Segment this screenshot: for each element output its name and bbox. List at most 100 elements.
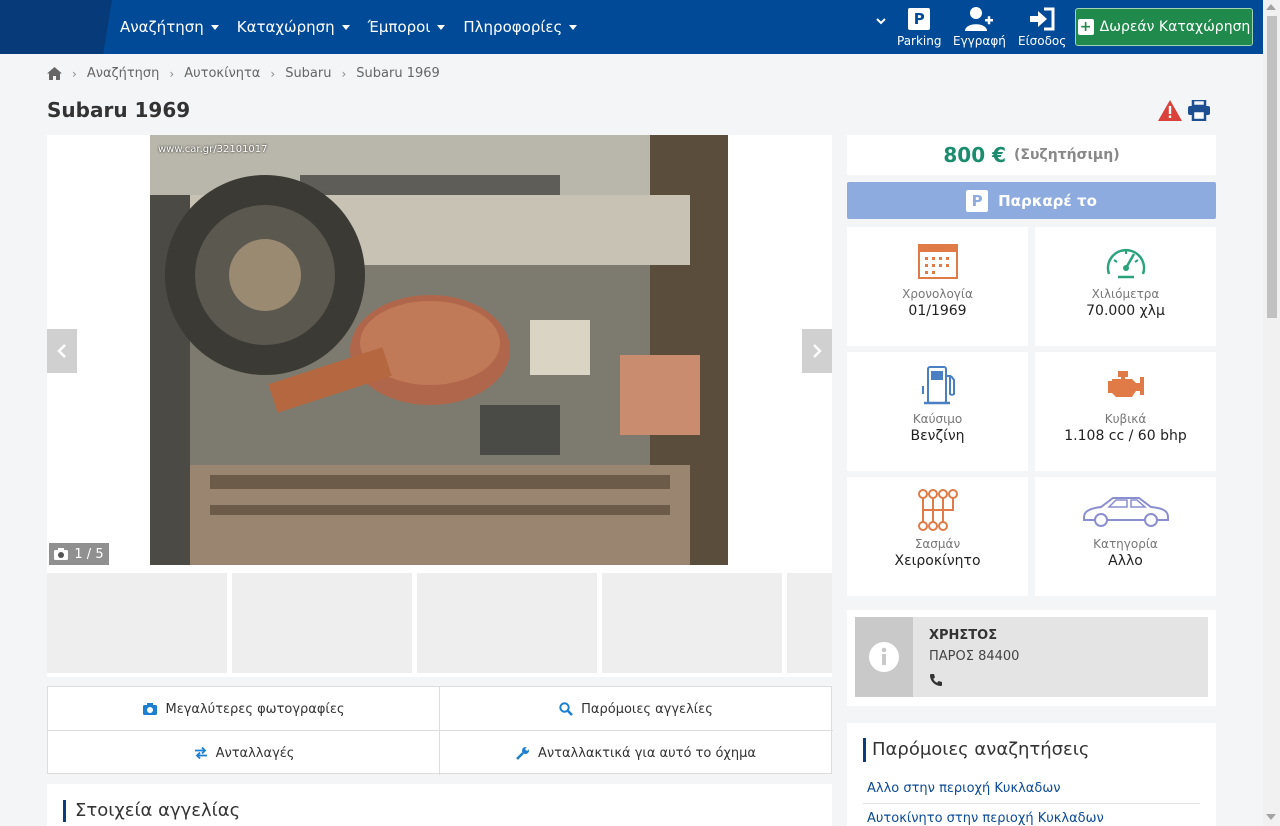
info-icon [869, 642, 899, 672]
spec-engine: Κυβικά 1.108 cc / 60 bhp [1035, 352, 1216, 471]
bigger-photos-label: Μεγαλύτερες φωτογραφίες [165, 701, 345, 717]
thumbnail[interactable] [787, 573, 832, 673]
fuel-pump-icon [921, 366, 955, 405]
site-logo[interactable] [0, 0, 112, 54]
spec-value: Βενζίνη [910, 428, 965, 444]
exchanges-label: Ανταλλαγές [215, 745, 295, 761]
main-nav: Αναζήτηση Καταχώρηση Έμποροι Πληροφορίες [120, 0, 595, 54]
gallery-prev-button[interactable] [47, 329, 77, 373]
nav-search-label: Αναζήτηση [120, 18, 204, 36]
sign-in-icon [1030, 7, 1055, 31]
thumbnail[interactable] [602, 573, 782, 673]
scroll-up-arrow[interactable] [1266, 4, 1276, 10]
similar-ads-link[interactable]: Παρόμοιες αγγελίες [440, 687, 832, 731]
nav-dealers-label: Έμποροι [367, 18, 431, 36]
nav-dealers[interactable]: Έμποροι [368, 18, 446, 36]
thumbnail[interactable] [417, 573, 597, 673]
chevron-down-icon[interactable] [876, 16, 886, 26]
similar-searches-title: Παρόμοιες αναζητήσεις [863, 738, 1089, 762]
caret-down-icon [569, 24, 578, 30]
listing-details-title: Στοιχεία αγγελίας [63, 800, 240, 822]
free-listing-label: Δωρεάν Καταχώρηση [1099, 19, 1251, 35]
print-icon[interactable] [1188, 100, 1210, 121]
calendar-icon [917, 244, 958, 279]
login-link[interactable]: Είσοδος [1018, 6, 1066, 52]
spec-value: 01/1969 [908, 303, 967, 319]
spec-value: 1.108 cc / 60 bhp [1064, 428, 1187, 444]
report-warning-icon[interactable] [1158, 100, 1182, 121]
seller-name: ΧΡΗΣΤΟΣ [929, 628, 998, 643]
spec-value: Αλλο [1108, 553, 1143, 569]
plus-icon: + [1077, 19, 1094, 35]
phone-icon[interactable] [929, 673, 943, 687]
similar-search-link[interactable]: Αλλο στην περιοχή Κυκλαδων [867, 781, 1060, 796]
spec-mileage: Χιλιόμετρα 70.000 χλμ [1035, 227, 1216, 346]
parking-icon: P [966, 189, 989, 212]
exchanges-link[interactable]: Ανταλλαγές [48, 731, 440, 775]
spec-gearbox: Σασμάν Χειροκίνητο [847, 477, 1028, 596]
car-icon [1082, 497, 1169, 527]
thumbnail[interactable] [47, 573, 227, 673]
exchange-arrows-icon [194, 747, 207, 759]
spec-label: Χρονολογία [902, 287, 973, 301]
price-value: 800 € [943, 143, 1007, 167]
nav-search[interactable]: Αναζήτηση [120, 18, 219, 36]
photo-counter-text: 1 / 5 [74, 546, 104, 562]
breadcrumb: › Αναζήτηση › Αυτοκίνητα › Subaru › Suba… [47, 66, 440, 81]
bigger-photos-link[interactable]: Μεγαλύτερες φωτογραφίες [48, 687, 440, 731]
listing-actions: Μεγαλύτερες φωτογραφίες Παρόμοιες αγγελί… [47, 686, 833, 775]
parts-link[interactable]: Ανταλλακτικά για αυτό το όχημα [440, 731, 832, 775]
thumbnail-strip [47, 565, 832, 677]
similar-search-link[interactable]: Αυτοκίνητο στην περιοχή Κυκλαδων [867, 811, 1104, 826]
spec-label: Κυβικά [1104, 412, 1147, 426]
listing-details-card: Στοιχεία αγγελίας [47, 784, 832, 826]
photo-gallery: www.car.gr/32101017 1 / 5 [47, 135, 832, 565]
chevron-left-icon [57, 344, 66, 358]
wrench-icon [516, 747, 529, 760]
seller-avatar [855, 617, 913, 697]
parking-label: Parking [897, 34, 942, 48]
gallery-next-button[interactable] [802, 329, 832, 373]
spec-label: Κατηγορία [1093, 537, 1158, 551]
page-title: Subaru 1969 [47, 98, 191, 122]
nav-info[interactable]: Πληροφορίες [463, 18, 578, 36]
speedometer-icon [1106, 248, 1145, 279]
home-icon[interactable] [47, 67, 62, 80]
breadcrumb-item-make[interactable]: Subaru [285, 66, 331, 81]
camera-icon [143, 703, 158, 715]
parts-label: Ανταλλακτικά για αυτό το όχημα [537, 745, 756, 761]
top-navbar: Αναζήτηση Καταχώρηση Έμποροι Πληροφορίες… [0, 0, 1263, 54]
breadcrumb-item-cars[interactable]: Αυτοκίνητα [184, 66, 260, 81]
parking-link[interactable]: P Parking [897, 6, 942, 52]
nav-listing[interactable]: Καταχώρηση [237, 18, 350, 36]
park-it-button[interactable]: P Παρκαρέ το [847, 182, 1216, 219]
nav-listing-label: Καταχώρηση [236, 18, 335, 36]
spec-value: Χειροκίνητο [894, 553, 981, 569]
chevron-right-icon [813, 344, 822, 358]
seller-card: ΧΡΗΣΤΟΣ ΠΑΡΟΣ 84400 [847, 610, 1216, 706]
breadcrumb-separator: › [72, 66, 77, 81]
breadcrumb-item-search[interactable]: Αναζήτηση [87, 66, 160, 81]
breadcrumb-separator: › [169, 66, 175, 81]
price-card: 800 € (Συζητήσιμη) [847, 135, 1216, 175]
spec-value: 70.000 χλμ [1086, 303, 1165, 319]
main-photo[interactable]: www.car.gr/32101017 [150, 135, 728, 565]
register-label: Εγγραφή [953, 34, 1006, 48]
scrollbar-thumb[interactable] [1267, 16, 1277, 318]
spec-label: Καύσιμο [912, 412, 963, 426]
park-it-label: Παρκαρέ το [998, 191, 1097, 210]
register-link[interactable]: Εγγραφή [953, 6, 1006, 52]
engine-bay-photo [150, 135, 728, 565]
scroll-down-arrow[interactable] [1266, 814, 1276, 820]
photo-watermark: www.car.gr/32101017 [158, 144, 268, 155]
login-label: Είσοδος [1018, 34, 1067, 48]
breadcrumb-item-current: Subaru 1969 [356, 66, 440, 81]
price-negotiable: (Συζητήσιμη) [1014, 147, 1120, 163]
spec-label: Σασμάν [914, 537, 961, 551]
thumbnail[interactable] [232, 573, 412, 673]
breadcrumb-separator: › [341, 66, 347, 81]
spec-label: Χιλιόμετρα [1091, 287, 1160, 301]
add-user-icon [965, 7, 994, 31]
free-listing-button[interactable]: + Δωρεάν Καταχώρηση [1075, 8, 1253, 46]
camera-icon [54, 548, 69, 560]
